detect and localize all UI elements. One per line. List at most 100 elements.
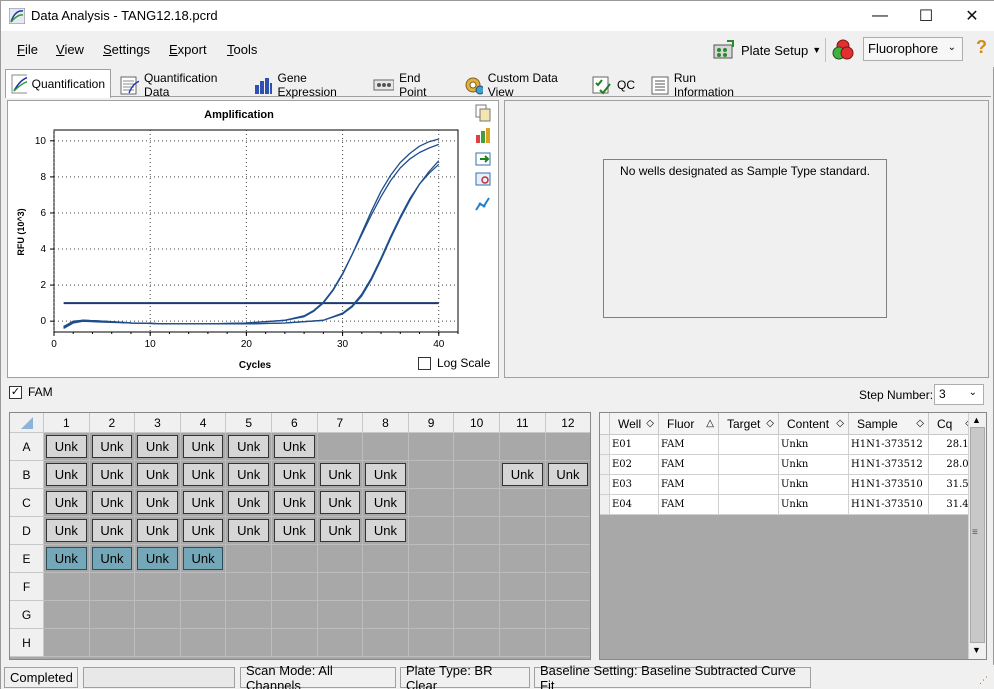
plate-row-header[interactable]: B	[10, 461, 44, 489]
well[interactable]: Unk	[228, 491, 269, 514]
table-cell[interactable]: FAM	[659, 435, 719, 455]
well-selected[interactable]: Unk	[182, 547, 224, 570]
plate-cell[interactable]: Unk	[317, 489, 364, 517]
plate-cell[interactable]	[408, 517, 455, 545]
plate-cell[interactable]	[135, 629, 181, 657]
well[interactable]: Unk	[274, 491, 315, 514]
resize-grip-icon[interactable]: ⋰	[979, 675, 988, 686]
plate-column-header[interactable]: 4	[180, 413, 227, 433]
table-cell[interactable]: Unkn	[779, 455, 849, 475]
row-selector[interactable]	[600, 495, 610, 515]
fluorophore-select[interactable]: Fluorophore ⌄	[863, 37, 963, 61]
plate-cell[interactable]: Unk	[317, 517, 364, 545]
plate-cell[interactable]	[363, 629, 409, 657]
plate-cell[interactable]	[454, 601, 500, 629]
plate-column-header[interactable]: 3	[135, 413, 181, 433]
table-cell[interactable]	[719, 495, 779, 515]
plate-cell[interactable]	[545, 573, 590, 601]
well[interactable]: Unk	[182, 435, 224, 458]
plate-cell[interactable]	[226, 629, 272, 657]
well[interactable]: Unk	[319, 519, 361, 542]
well[interactable]: Unk	[182, 463, 224, 486]
plate-cell[interactable]	[317, 629, 364, 657]
plate-column-header[interactable]: 10	[454, 413, 500, 433]
menu-view[interactable]: View	[56, 42, 84, 57]
plate-cell[interactable]: Unk	[89, 461, 136, 489]
table-cell[interactable]	[719, 475, 779, 495]
copy-icon[interactable]	[474, 104, 492, 122]
table-cell[interactable]: E03	[610, 475, 659, 495]
plate-cell[interactable]	[272, 601, 318, 629]
well[interactable]: Unk	[365, 491, 406, 514]
table-cell[interactable]: H1N1-373512	[849, 455, 929, 475]
well[interactable]: Unk	[91, 435, 133, 458]
plate-row-header[interactable]: E	[10, 545, 44, 573]
well[interactable]: Unk	[137, 435, 178, 458]
plate-cell[interactable]	[545, 629, 590, 657]
plate-cell[interactable]	[408, 545, 455, 573]
table-header[interactable]: Well ◇	[610, 413, 659, 435]
plate-column-header[interactable]: 11	[500, 413, 546, 433]
plate-cell[interactable]	[454, 461, 500, 489]
plate-row-header[interactable]: C	[10, 489, 44, 517]
plate-cell[interactable]: Unk	[135, 517, 181, 545]
plate-cell[interactable]	[454, 629, 500, 657]
plate-cell[interactable]: Unk	[44, 489, 90, 517]
well[interactable]: Unk	[319, 463, 361, 486]
menu-file[interactable]: File	[17, 42, 38, 57]
well[interactable]: Unk	[228, 519, 269, 542]
tab-qc[interactable]: QC	[585, 71, 641, 97]
plate-cell[interactable]	[408, 489, 455, 517]
row-selector[interactable]	[600, 455, 610, 475]
zoom-chart-icon[interactable]	[474, 171, 492, 189]
plate-row-header[interactable]: F	[10, 573, 44, 601]
plate-cell[interactable]: Unk	[272, 517, 318, 545]
well[interactable]: Unk	[91, 519, 133, 542]
plate-cell[interactable]	[89, 601, 136, 629]
plate-cell[interactable]: Unk	[44, 517, 90, 545]
plate-cell[interactable]: Unk	[135, 461, 181, 489]
plate-cell[interactable]	[545, 601, 590, 629]
plate-cell[interactable]	[226, 601, 272, 629]
plate-cell[interactable]	[317, 601, 364, 629]
chart-properties-icon[interactable]	[474, 126, 492, 144]
plate-cell[interactable]	[226, 573, 272, 601]
plate-cell[interactable]: Unk	[180, 489, 227, 517]
table-cell[interactable]	[719, 435, 779, 455]
help-icon[interactable]: ?	[976, 37, 987, 58]
plate-cell[interactable]	[89, 573, 136, 601]
plate-cell[interactable]: Unk	[363, 489, 409, 517]
plate-row-header[interactable]: G	[10, 601, 44, 629]
plate-cell[interactable]	[363, 545, 409, 573]
plate-cell[interactable]: Unk	[545, 461, 590, 489]
curve-fit-icon[interactable]	[474, 195, 492, 213]
well[interactable]: Unk	[182, 491, 224, 514]
menu-tools[interactable]: Tools	[227, 42, 257, 57]
table-cell[interactable]: FAM	[659, 475, 719, 495]
well[interactable]: Unk	[228, 435, 269, 458]
table-cell[interactable]: H1N1-373510	[849, 495, 929, 515]
plate-cell[interactable]: Unk	[44, 433, 90, 461]
table-cell[interactable]	[719, 455, 779, 475]
fam-checkbox[interactable]: ✓	[9, 385, 22, 399]
plate-cell[interactable]	[44, 573, 90, 601]
well[interactable]: Unk	[46, 435, 87, 458]
table-header[interactable]: Target ◇	[719, 413, 779, 435]
plate-cell[interactable]: Unk	[89, 489, 136, 517]
well[interactable]: Unk	[319, 491, 361, 514]
well[interactable]: Unk	[46, 491, 87, 514]
plate-cell[interactable]	[500, 545, 546, 573]
plate-cell[interactable]	[500, 629, 546, 657]
plate-cell[interactable]	[272, 573, 318, 601]
export-chart-icon[interactable]	[474, 149, 492, 167]
table-header[interactable]: Fluor △	[659, 413, 719, 435]
plate-cell[interactable]	[363, 573, 409, 601]
well-selected[interactable]: Unk	[46, 547, 87, 570]
log-scale-toggle[interactable]: Log Scale	[418, 356, 490, 370]
tab-run-information[interactable]: Run Information	[643, 71, 757, 99]
plate-row-header[interactable]: H	[10, 629, 44, 657]
tab-end-point[interactable]: End Point	[367, 71, 455, 99]
plate-cell[interactable]	[180, 629, 227, 657]
well[interactable]: Unk	[274, 519, 315, 542]
plate-cell[interactable]: Unk	[272, 489, 318, 517]
